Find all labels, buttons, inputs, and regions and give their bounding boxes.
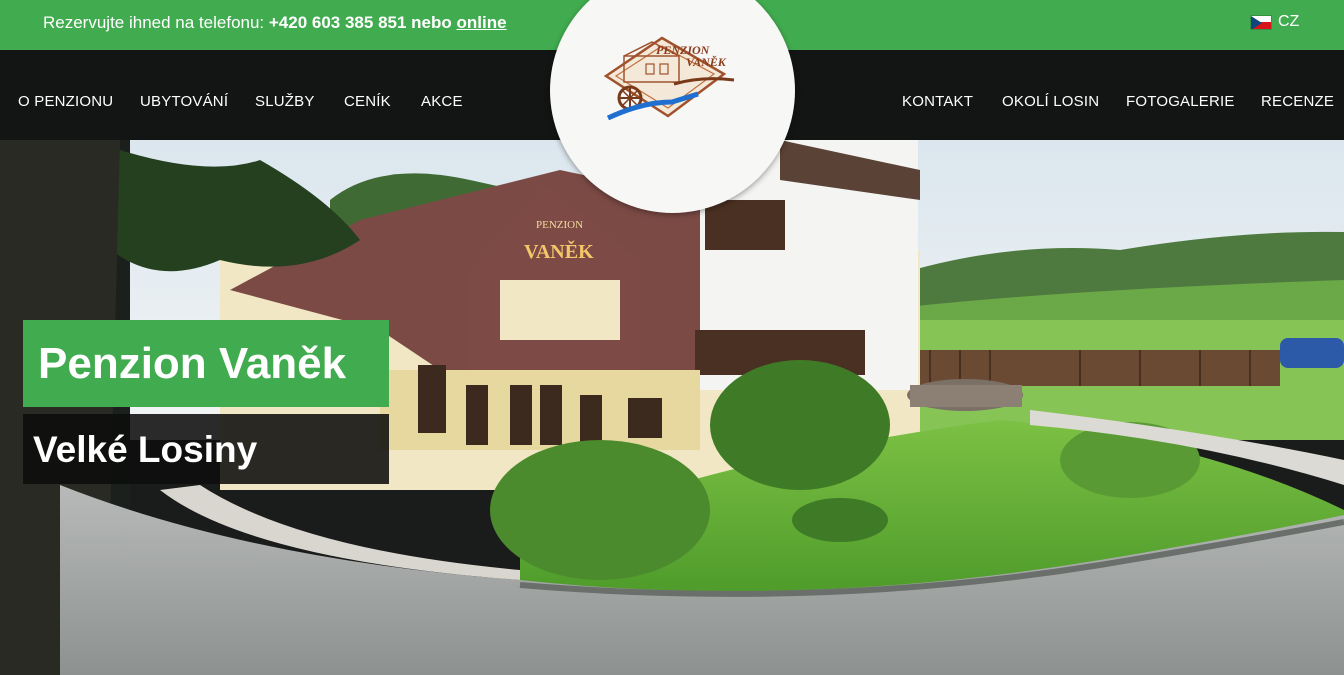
online-reservation-link[interactable]: online	[457, 13, 507, 32]
building-sign-line2: VANĚK	[524, 239, 594, 263]
language-switcher[interactable]: CZ	[1250, 13, 1299, 31]
nav-item-kontakt[interactable]: KONTAKT	[902, 93, 973, 110]
nav-item-fotogalerie[interactable]: FOTOGALERIE	[1126, 93, 1235, 110]
phone-reservation-line: Rezervujte ihned na telefonu: +420 603 3…	[43, 13, 507, 33]
hero-subtitle: Velké Losiny	[23, 414, 389, 484]
nav-item-recenze[interactable]: RECENZE	[1261, 93, 1334, 110]
nav-item-akce[interactable]: AKCE	[421, 93, 463, 110]
language-label: CZ	[1278, 13, 1300, 30]
hero-title: Penzion Vaněk	[23, 320, 389, 407]
phone-number[interactable]: +420 603 385 851	[269, 13, 407, 32]
nav-item-sluzby[interactable]: SLUŽBY	[255, 93, 315, 110]
phone-joiner: nebo	[406, 13, 457, 32]
hero-banner: PENZION VANĚK Penzion Vaněk Velké Losiny	[0, 140, 1344, 675]
hero-photo: PENZION VANĚK	[0, 140, 1344, 675]
czech-flag-icon	[1250, 14, 1272, 30]
phone-prefix: Rezervujte ihned na telefonu:	[43, 13, 269, 32]
logo-line2: VANĚK	[686, 55, 727, 69]
nav-item-okoli-losin[interactable]: OKOLÍ LOSIN	[1002, 93, 1099, 110]
nav-item-ubytovani[interactable]: UBYTOVÁNÍ	[140, 93, 228, 110]
logo-emblem-icon: PENZION VANĚK	[603, 36, 735, 121]
nav-item-o-penzionu[interactable]: O PENZIONU	[18, 93, 113, 110]
nav-item-cenik[interactable]: CENÍK	[344, 93, 391, 110]
building-sign-line1: PENZION	[536, 219, 583, 231]
